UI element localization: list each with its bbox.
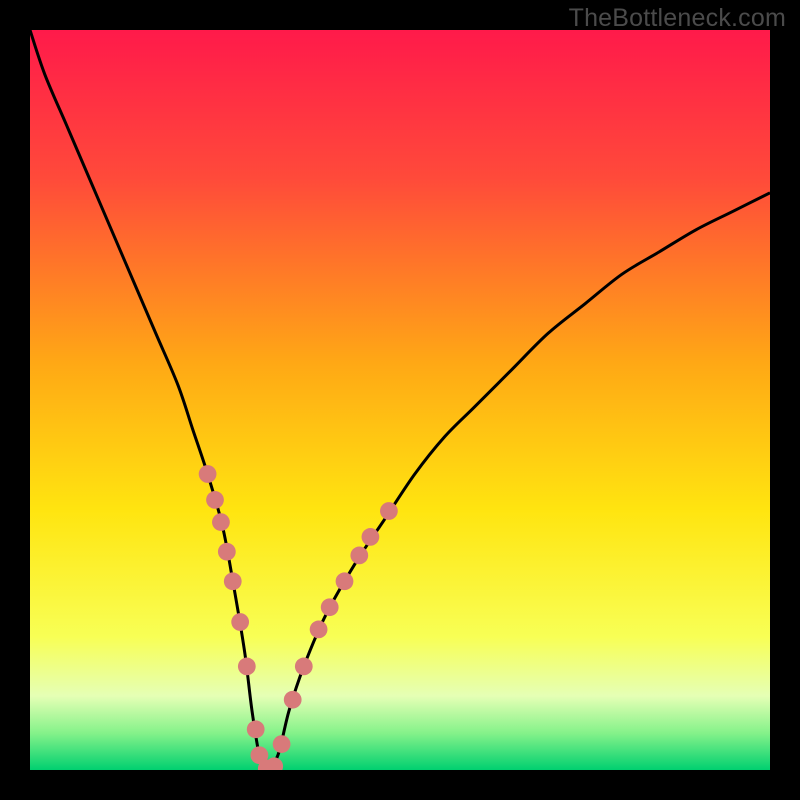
marker-dot [350, 547, 368, 565]
marker-dot [321, 598, 339, 616]
chart-svg [30, 30, 770, 770]
marker-dot [231, 613, 249, 631]
marker-dot [273, 735, 291, 753]
gradient-background [30, 30, 770, 770]
marker-dot [206, 491, 224, 509]
plot-area [30, 30, 770, 770]
marker-dot [212, 513, 230, 531]
marker-dot [295, 658, 313, 676]
watermark-text: TheBottleneck.com [569, 4, 786, 33]
marker-dot [362, 528, 380, 546]
marker-dot [218, 543, 236, 561]
marker-dot [310, 621, 328, 639]
marker-dot [247, 720, 265, 738]
outer-frame: TheBottleneck.com [0, 0, 800, 800]
marker-dot [284, 691, 302, 709]
marker-dot [238, 658, 256, 676]
marker-dot [380, 502, 398, 520]
marker-dot [336, 572, 354, 590]
marker-dot [199, 465, 217, 483]
marker-dot [224, 572, 242, 590]
